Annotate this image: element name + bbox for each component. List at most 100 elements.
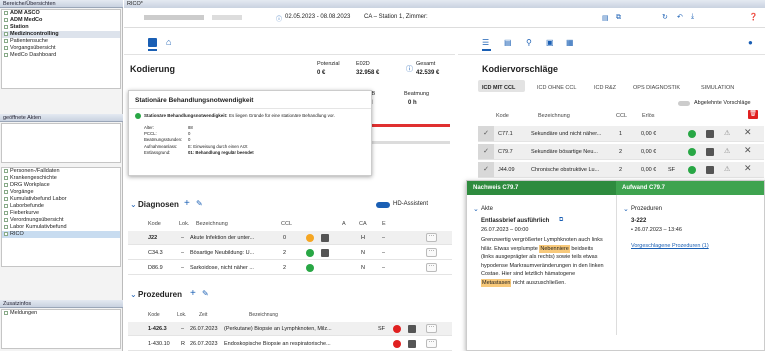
check-icon (135, 113, 141, 119)
row-menu-button[interactable]: ··· (426, 233, 437, 242)
nav-item-adm-medco[interactable]: ADM MedCo (2, 17, 120, 24)
doc-item[interactable]: Personen-/Falldaten (2, 168, 120, 175)
info-panel: Meldungen (1, 309, 121, 349)
active-tab-underline (148, 49, 157, 51)
nav-panel-title: Bereiche/Übersichten (0, 0, 123, 8)
beatmung-value: 0 h (408, 100, 417, 106)
vorgeschlagene-prozeduren-link[interactable]: Vorgeschlagene Prozeduren (1) (631, 243, 709, 249)
tab-coding-icon[interactable] (148, 38, 157, 47)
kodierung-panel: ⌂ Kodierung Potenzial 0 € E02D 32.958 € … (124, 28, 455, 351)
window-title: RICO* (124, 0, 765, 8)
stay-dates: 02.05.2023 - 08.08.2023 (285, 14, 351, 20)
accept-check-icon[interactable]: ✓ (478, 144, 494, 159)
info-icon[interactable]: ⓘ (276, 14, 282, 23)
tube-icon[interactable]: ⚲ (526, 38, 532, 47)
tab-icd-rz[interactable]: ICD R&Z (594, 85, 616, 91)
row-menu-button[interactable]: ··· (426, 248, 437, 257)
collapse-prozeduren-icon[interactable]: ⌄ (130, 290, 137, 299)
add-prozedur-button[interactable]: + (190, 288, 196, 299)
help-icon[interactable]: ❓ (749, 13, 758, 21)
comment-icon[interactable] (706, 130, 714, 138)
edit-prozedur-icon[interactable]: ✎ (202, 289, 209, 298)
row-menu-button[interactable]: ··· (426, 324, 437, 333)
collapse-diagnosen-icon[interactable]: ⌄ (130, 200, 137, 209)
table-row[interactable]: D86.9 – Sarkoidose, nicht näher ... 2 N … (128, 261, 452, 275)
list-icon[interactable]: ☰ (482, 38, 489, 47)
warning-icon[interactable]: ⚠ (724, 165, 730, 173)
comment-icon[interactable] (706, 148, 714, 156)
doc-item[interactable]: Kumulativbefund Labor (2, 196, 120, 203)
download-icon[interactable]: ⤓ (691, 13, 694, 21)
documents-panel: Personen-/Falldaten Krankengeschichte DR… (1, 167, 121, 267)
table-row[interactable]: ✓ C77.1 Sekundäre und nicht näher... 1 0… (478, 126, 764, 142)
undo-icon[interactable]: ↶ (677, 13, 683, 21)
collapse-akte-icon[interactable]: ⌄ (473, 205, 479, 213)
collapse-prozeduren-icon[interactable]: ⌄ (623, 205, 629, 213)
doc-item-rico[interactable]: RICO (2, 231, 120, 238)
reject-icon[interactable]: ✕ (744, 127, 752, 138)
doc-item[interactable]: Laborbefunde (2, 203, 120, 210)
nav-item-adm-asco[interactable]: ADM ASCO (2, 10, 120, 17)
file-icon[interactable]: ▤ (504, 38, 512, 47)
reject-icon[interactable]: ✕ (744, 163, 752, 174)
tab-ops-diagnostik[interactable]: OPS DIAGNOSTIK (633, 85, 680, 91)
info-icon[interactable]: ⓘ (406, 64, 413, 74)
refresh-icon[interactable]: ↻ (662, 13, 668, 21)
table-row[interactable]: 1-426.3 – 26.07.2023 (Perkutane) Biopsie… (128, 322, 452, 336)
doc-title[interactable]: Entlassbrief ausführlich (481, 218, 549, 224)
row-menu-button[interactable]: ··· (426, 339, 437, 348)
doc-item[interactable]: Fieberkurve (2, 210, 120, 217)
doc-item[interactable]: Verordnungsübersicht (2, 217, 120, 224)
warning-icon[interactable]: ⚠ (724, 147, 730, 155)
doc-item[interactable]: Krankengeschichte (2, 175, 120, 182)
tab-icd-ohne-ccl[interactable]: ICD OHNE CCL (537, 85, 576, 91)
aufwand-prozeduren-label: Prozeduren (631, 206, 663, 212)
table-row[interactable]: ✓ J44.09 Chronische obstruktive Lu... 2 … (478, 162, 764, 178)
info-item-meldungen[interactable]: Meldungen (2, 310, 120, 317)
chat-icon[interactable]: ● (748, 38, 753, 47)
comment-icon[interactable] (408, 325, 416, 333)
table-row[interactable]: C34.3 – Bösartige Neubildung: U... 2 N –… (128, 246, 452, 260)
popup-line-label: Stationäre Behandlungsnotwendigkeit: (144, 113, 228, 118)
comment-icon[interactable] (321, 249, 329, 257)
clipboard-icon[interactable]: ▣ (546, 38, 554, 47)
gesamt-value: 42.539 € (416, 70, 440, 76)
check-icon (688, 166, 696, 174)
warning-icon[interactable]: ⚠ (724, 129, 730, 137)
comment-icon[interactable] (408, 340, 416, 348)
station-info: CA – Station 1, Zimmer: (364, 14, 428, 20)
open-files-panel (1, 123, 121, 163)
tab-simulation[interactable]: SIMULATION (701, 85, 734, 91)
home-icon[interactable]: ⌂ (166, 37, 171, 47)
nav-item-medizincontrolling[interactable]: Medizincontrolling (2, 31, 120, 38)
table-row[interactable]: 1-430.10 R 26.07.2023 Endoskopische Biop… (128, 337, 452, 351)
rejected-toggle[interactable] (678, 101, 690, 106)
nav-panel: ADM ASCO ADM MedCo Station Medizincontro… (1, 9, 121, 89)
nav-sub-patientensuche[interactable]: Patientensuche (2, 38, 120, 45)
external-link-icon[interactable]: ⧉ (559, 217, 563, 224)
comment-icon[interactable] (321, 234, 329, 242)
add-diagnose-button[interactable]: + (184, 198, 190, 209)
doc-item[interactable]: Vorgänge (2, 189, 120, 196)
calendar-icon[interactable]: ▦ (566, 38, 574, 47)
hd-assistent-toggle[interactable] (376, 202, 390, 208)
table-row[interactable]: ✓ C79.7 Sekundäre bösartige Neu... 2 0,0… (478, 144, 764, 160)
akte-label: Akte (481, 206, 494, 212)
accept-check-icon[interactable]: ✓ (478, 126, 494, 141)
document-icon[interactable]: ▤ (602, 14, 609, 22)
external-link-icon[interactable]: ⧉ (616, 14, 621, 22)
patient-name-blurred (144, 15, 204, 20)
nav-sub-medco-dashboard[interactable]: MedCo Dashboard (2, 52, 120, 59)
row-menu-button[interactable]: ··· (426, 263, 437, 272)
edit-diagnose-icon[interactable]: ✎ (196, 199, 203, 208)
comment-icon[interactable] (706, 166, 714, 174)
nachweis-title: Nachweis C79.7 (467, 181, 616, 195)
nav-sub-vorgangsuebersicht[interactable]: Vorgangsübersicht (2, 45, 120, 52)
tab-icd-mit-ccl[interactable]: ICD MIT CCL (482, 85, 515, 91)
doc-item[interactable]: Labor Kumulativbefund (2, 224, 120, 231)
accept-check-icon[interactable]: ✓ (478, 162, 494, 177)
doc-item[interactable]: DRG Workplace (2, 182, 120, 189)
table-row[interactable]: J22 – Akute Infektion der unter... 0 H –… (128, 231, 452, 245)
reject-icon[interactable]: ✕ (744, 145, 752, 156)
nav-item-station[interactable]: Station (2, 24, 120, 31)
